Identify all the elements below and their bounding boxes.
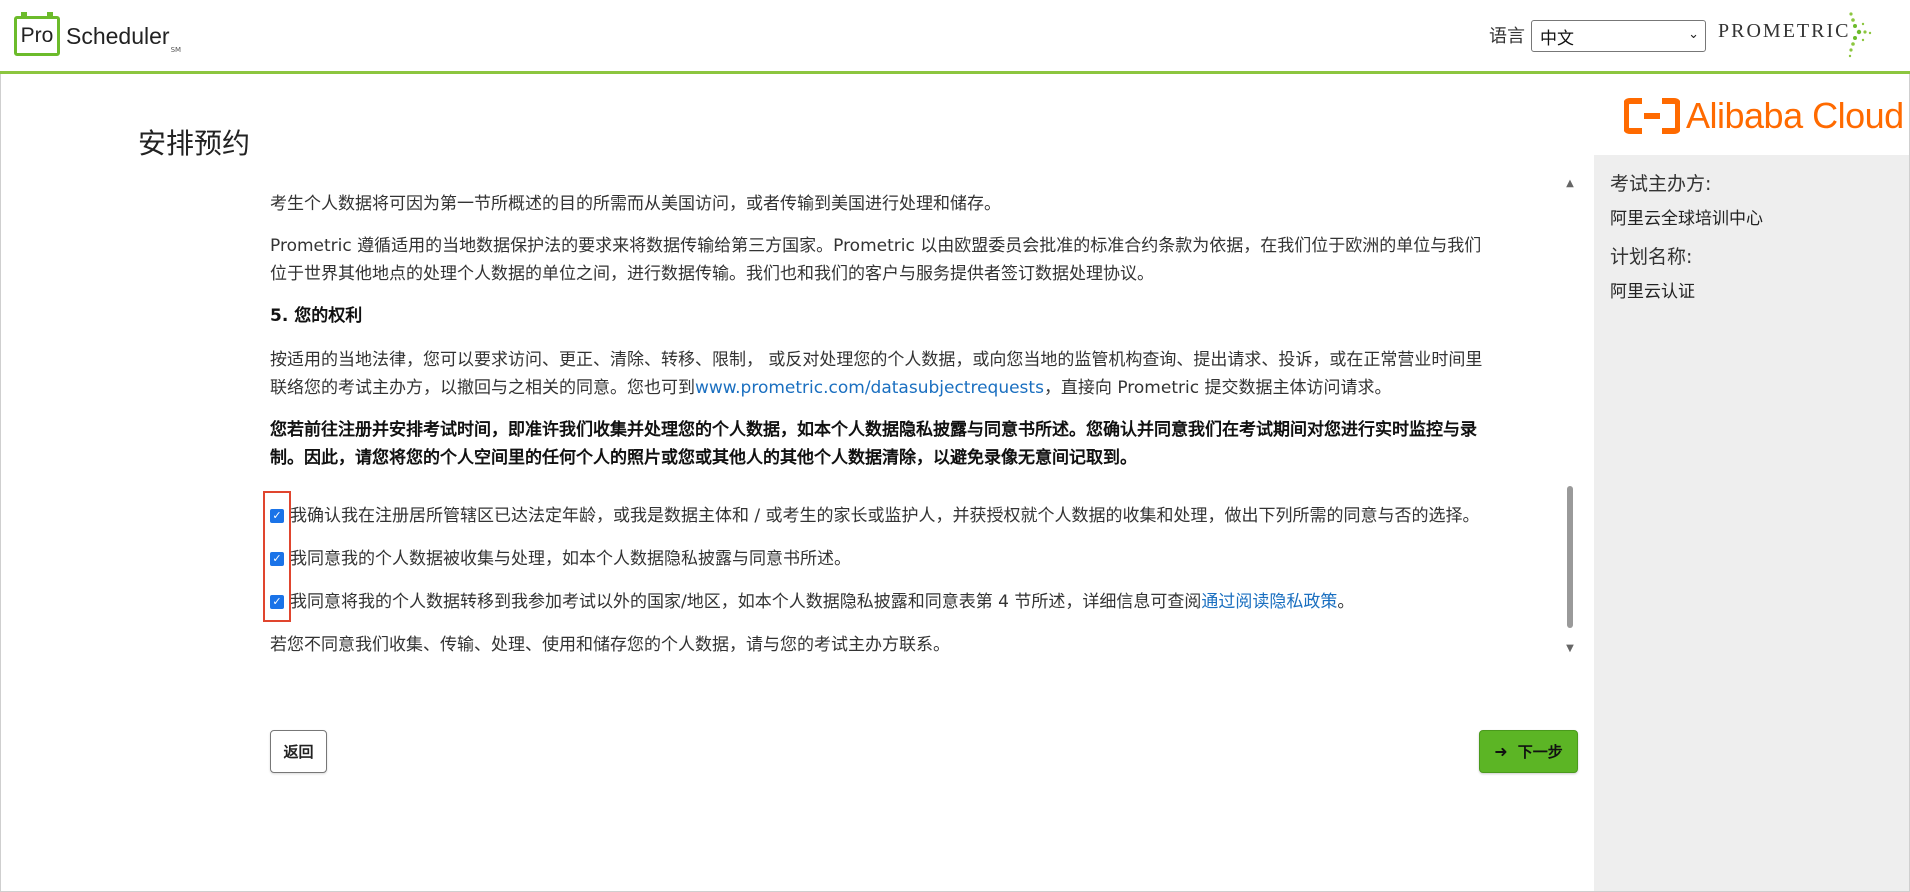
paragraph-rights-2-post: ，直接向 Prometric 提交数据主体访问请求。	[1043, 378, 1392, 398]
language-select[interactable]: 中文 ⌄	[1531, 20, 1706, 52]
logo-pro-text: Pro	[20, 24, 54, 47]
checkbox-transfer-label-end: 。	[1337, 592, 1355, 612]
sponsor-label: 考试主办方:	[1610, 173, 1712, 195]
checkbox-row-age[interactable]: ✓ 我确认我在注册居所管辖区已达法定年龄，或我是数据主体和 / 或考生的家长或监…	[270, 502, 1480, 530]
scroll-down-icon[interactable]: ▼	[1564, 643, 1576, 654]
scroll-up-icon[interactable]: ▲	[1564, 178, 1576, 189]
back-button-label: 返回	[283, 743, 314, 761]
consent-bold-2: 制。因此，请您将您的个人空间里的任何个人的照片或您或其他人的其他个人数据清除，以…	[270, 448, 1137, 468]
logo-pro-box: Pro	[14, 12, 60, 56]
sidebar: Alibaba Cloud 考试主办方: 阿里云全球培训中心 计划名称: 阿里云…	[1594, 77, 1909, 891]
section-5-heading: 5. 您的权利	[270, 306, 363, 326]
program-value: 阿里云认证	[1610, 282, 1695, 302]
checkbox-age-label: 我确认我在注册居所管辖区已达法定年龄，或我是数据主体和 / 或考生的家长或监护人…	[290, 506, 1480, 526]
proscheduler-logo: Pro Scheduler SM	[14, 12, 182, 56]
consent-scroll-area[interactable]: 考生个人数据将可因为第一节所概述的目的所需而从美国访问，或者传输到美国进行处理和…	[270, 180, 1557, 660]
logo-scheduler-text: Scheduler	[66, 22, 170, 49]
paragraph-rights-1: 按适用的当地法律，您可以要求访问、更正、清除、转移、限制， 或反对处理您的个人数…	[270, 350, 1483, 370]
scroll-thumb[interactable]	[1567, 486, 1573, 628]
paragraph-rights-2-pre: 联络您的考试主办方，以撤回与之相关的同意。您也可到	[270, 378, 695, 398]
content-scrollbar[interactable]: ▲ ▼	[1564, 178, 1576, 654]
paragraph-rights-2: 联络您的考试主办方，以撤回与之相关的同意。您也可到www.prometric.c…	[270, 374, 1557, 402]
paragraph-third-country-2: 位于世界其他地点的处理个人数据的单位之间，进行数据传输。我们也和我们的客户与服务…	[270, 264, 1154, 284]
checkbox-row-transfer[interactable]: ✓ 我同意将我的个人数据转移到我参加考试以外的国家/地区，如本个人数据隐私披露和…	[270, 588, 1354, 616]
datasubjectrequests-link[interactable]: www.prometric.com/datasubjectrequests	[695, 378, 1044, 398]
sponsor-logo-area: Alibaba Cloud	[1594, 77, 1909, 155]
logo-sm-mark: SM	[170, 46, 182, 54]
alibaba-cloud-logo: Alibaba Cloud	[1624, 95, 1904, 137]
alibaba-cloud-text: Alibaba Cloud	[1686, 95, 1904, 136]
privacy-policy-link[interactable]: 通过阅读隐私政策	[1201, 588, 1337, 616]
prometric-sparkle-icon	[1848, 12, 1872, 58]
checkbox-row-processing[interactable]: ✓ 我同意我的个人数据被收集与处理，如本个人数据隐私披露与同意书所述。	[270, 545, 851, 573]
alibaba-cloud-icon	[1624, 98, 1680, 134]
language-selected-value: 中文	[1540, 29, 1574, 49]
next-button[interactable]: ➜ 下一步	[1479, 730, 1578, 773]
chevron-down-icon: ⌄	[1688, 27, 1699, 42]
back-button[interactable]: 返回	[270, 730, 327, 773]
page-title: 安排预约	[138, 127, 251, 160]
checkbox-processing-label: 我同意我的个人数据被收集与处理，如本个人数据隐私披露与同意书所述。	[290, 549, 851, 569]
prometric-logo-text: PROMETRIC	[1718, 20, 1851, 42]
sponsor-value: 阿里云全球培训中心	[1610, 209, 1763, 229]
checkbox-highlight-box	[263, 491, 291, 622]
next-button-label: 下一步	[1517, 743, 1563, 761]
footer-note: 若您不同意我们收集、传输、处理、使用和储存您的个人数据，请与您的考试主办方联系。	[270, 635, 950, 655]
language-label: 语言	[1489, 26, 1525, 47]
top-header: Pro Scheduler SM 语言 中文 ⌄ PROMETRIC	[0, 0, 1910, 74]
program-label: 计划名称:	[1610, 246, 1693, 268]
paragraph-us-transfer: 考生个人数据将可因为第一节所概述的目的所需而从美国访问，或者传输到美国进行处理和…	[270, 194, 1001, 214]
paragraph-third-country-1: Prometric 遵循适用的当地数据保护法的要求来将数据传输给第三方国家。Pr…	[270, 236, 1482, 256]
checkbox-transfer-label: 我同意将我的个人数据转移到我参加考试以外的国家/地区，如本个人数据隐私披露和同意…	[290, 592, 1202, 612]
consent-bold-1: 您若前往注册并安排考试时间，即准许我们收集并处理您的个人数据，如本个人数据隐私披…	[270, 420, 1477, 440]
arrow-right-icon: ➜	[1494, 742, 1508, 761]
